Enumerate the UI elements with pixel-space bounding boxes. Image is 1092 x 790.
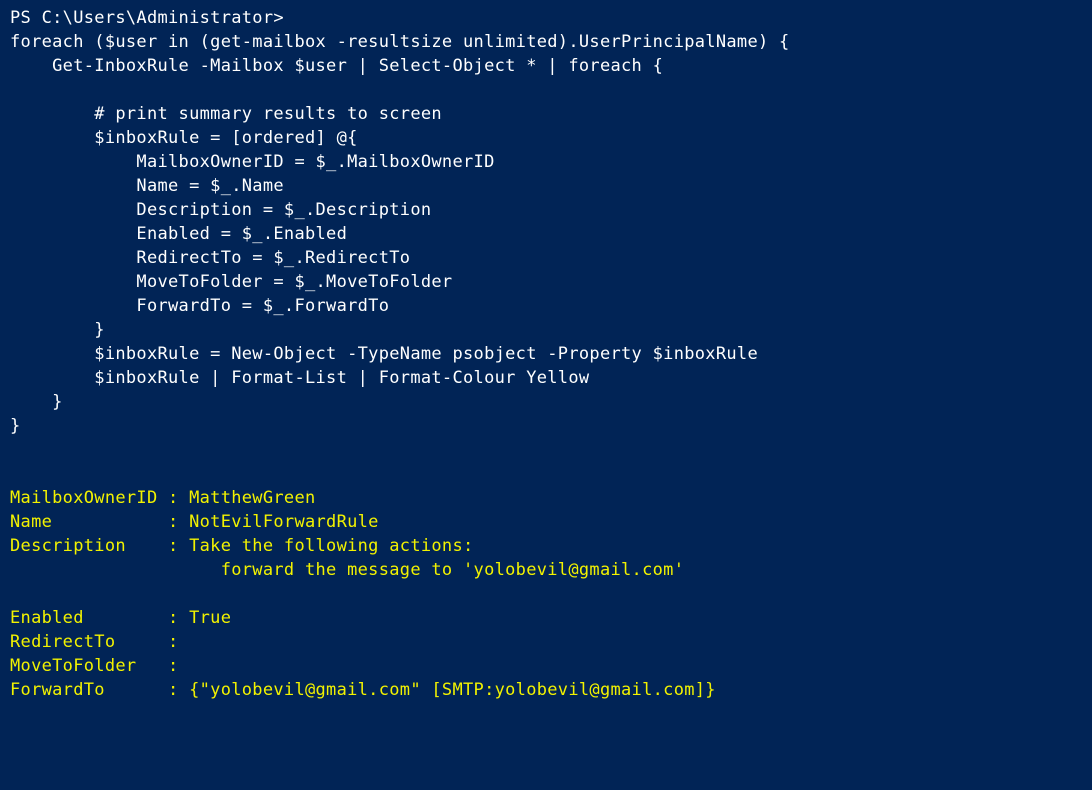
code-line: } <box>10 392 63 412</box>
code-line: Enabled = $_.Enabled <box>10 224 347 244</box>
powershell-terminal[interactable]: PS C:\Users\Administrator> foreach ($use… <box>0 0 1092 708</box>
code-line: } <box>10 320 105 340</box>
code-line: MailboxOwnerID = $_.MailboxOwnerID <box>10 152 495 172</box>
code-line: # print summary results to screen <box>10 104 442 124</box>
code-line: Description = $_.Description <box>10 200 431 220</box>
output-line: ForwardTo : {"yolobevil@gmail.com" [SMTP… <box>10 680 716 700</box>
output-line: MailboxOwnerID : MatthewGreen <box>10 488 316 508</box>
code-line: $inboxRule = New-Object -TypeName psobje… <box>10 344 758 364</box>
output-line: Name : NotEvilForwardRule <box>10 512 379 532</box>
code-line: } <box>10 416 21 436</box>
code-line: RedirectTo = $_.RedirectTo <box>10 248 410 268</box>
code-line: $inboxRule = [ordered] @{ <box>10 128 358 148</box>
code-line: Name = $_.Name <box>10 176 284 196</box>
output-line: Description : Take the following actions… <box>10 536 474 556</box>
output-line: MoveToFolder : <box>10 656 179 676</box>
code-line: foreach ($user in (get-mailbox -resultsi… <box>10 32 790 52</box>
code-line: $inboxRule | Format-List | Format-Colour… <box>10 368 589 388</box>
code-line: MoveToFolder = $_.MoveToFolder <box>10 272 452 292</box>
output-line: Enabled : True <box>10 608 231 628</box>
code-line: ForwardTo = $_.ForwardTo <box>10 296 389 316</box>
output-line: forward the message to 'yolobevil@gmail.… <box>10 560 684 580</box>
output-line: RedirectTo : <box>10 632 179 652</box>
prompt: PS C:\Users\Administrator> <box>10 8 284 28</box>
code-line: Get-InboxRule -Mailbox $user | Select-Ob… <box>10 56 663 76</box>
